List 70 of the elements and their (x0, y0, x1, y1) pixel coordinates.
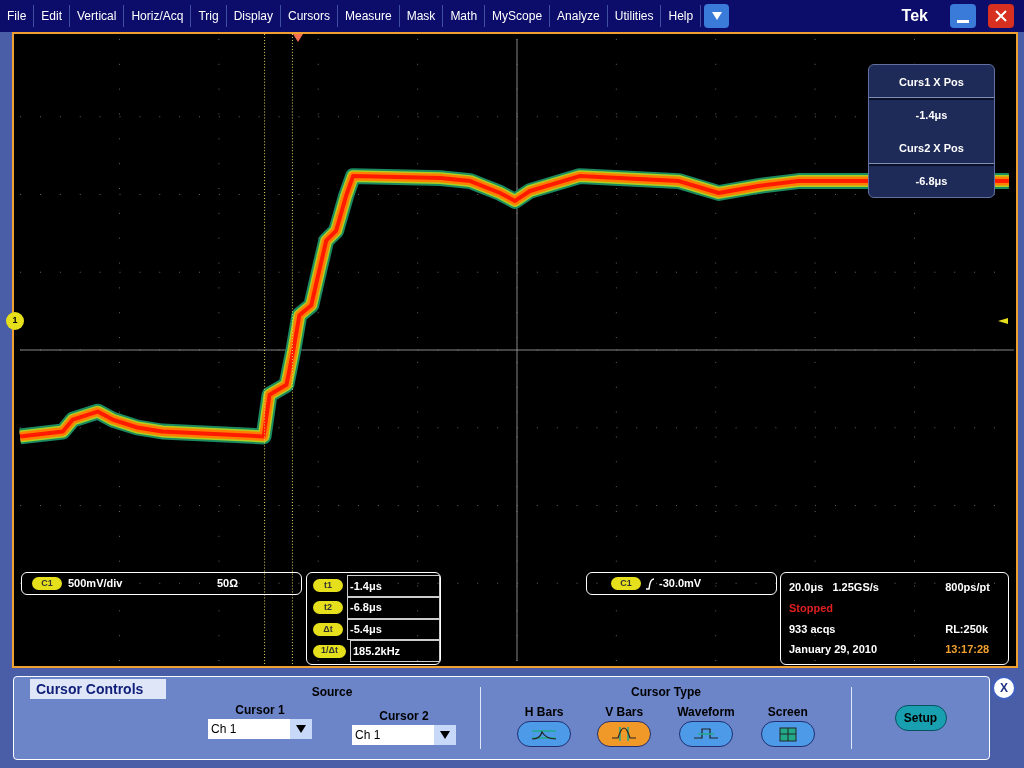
cursor-type-label: Waveform (677, 704, 735, 721)
resolution: 800ps/pt (945, 580, 991, 596)
cursor-type-button[interactable] (679, 721, 733, 747)
impedance: 50Ω (217, 576, 239, 592)
minimize-button[interactable] (950, 4, 976, 28)
logo: Tek (901, 6, 928, 26)
cursor-position-value: -1.4μs (914, 107, 949, 123)
close-button[interactable] (988, 4, 1014, 28)
menu-dropdown-button[interactable] (704, 4, 730, 28)
trigger-level: -30.0mV (659, 576, 702, 592)
panel-title: Cursor Controls (30, 679, 166, 699)
channel-marker: 1 (6, 312, 24, 330)
record-length: RL:250k (945, 621, 989, 637)
cursor-type-label: H Bars (524, 704, 564, 721)
setup-button[interactable]: Setup (894, 705, 947, 731)
channel-badge: t2 (313, 601, 343, 615)
cursor-readout-value: 185.2kHz (350, 640, 440, 662)
source-dropdown[interactable]: Ch 1 (352, 725, 456, 745)
timebase-sample-rate: 20.0μs 1.25GS/s (789, 580, 880, 596)
cursor-type-button[interactable] (760, 721, 815, 747)
channel-badge: C1 (611, 577, 641, 590)
menu-item[interactable]: Utilities (607, 5, 662, 27)
time: 13:17:28 (945, 642, 991, 658)
rising-edge-icon (645, 577, 655, 590)
menu-item[interactable]: Mask (399, 5, 444, 27)
dropdown-value: Ch 1 (210, 721, 238, 738)
channel-badge: Δt (313, 622, 343, 636)
menu-item[interactable]: Analyze (550, 5, 608, 27)
caret-down-icon (290, 719, 312, 739)
close-panel-button[interactable]: X (992, 676, 1016, 700)
cursor-position-label: Curs2 X Pos (898, 141, 965, 156)
menu-item[interactable]: Measure (338, 5, 400, 27)
source-dropdown[interactable]: Ch 1 (208, 719, 312, 739)
channel-badge: C1 (32, 577, 62, 590)
acquisition-count: 933 acqs (789, 621, 837, 637)
caret-down-icon (434, 725, 456, 745)
menu-item[interactable]: File (0, 5, 35, 27)
close-icon (995, 10, 1007, 22)
date: January 29, 2010 (789, 642, 879, 658)
menu-item[interactable]: Trig (191, 5, 227, 27)
cursor-source-label: Cursor 2 (379, 708, 429, 725)
minimize-icon (957, 20, 969, 23)
caret-down-icon (711, 12, 722, 20)
menu-item[interactable]: Math (443, 5, 486, 27)
acquisition-status: Stopped (789, 600, 834, 616)
cursor-source-label: Cursor 1 (235, 702, 285, 719)
channel-badge: t1 (313, 579, 343, 593)
cursor-readout-value: -6.8μs (347, 596, 440, 619)
menu-item[interactable]: Cursors (281, 5, 338, 27)
cursor-readout-value: -1.4μs (347, 575, 440, 597)
channel-badge: 1/Δt (313, 644, 346, 658)
cursor-position-label: Curs1 X Pos (898, 75, 965, 90)
cursor-type-label: Screen (767, 704, 808, 721)
trigger-position-icon (293, 34, 303, 42)
cursor-type-button[interactable] (597, 721, 652, 747)
cursor-position-value: -6.8μs (914, 173, 949, 189)
menu-item[interactable]: MyScope (485, 5, 551, 27)
vertical-scale: 500mV/div (68, 576, 124, 592)
menu-item[interactable]: Display (226, 5, 281, 27)
menu-item[interactable]: Horiz/Acq (124, 5, 192, 27)
menu-item[interactable]: Help (661, 5, 702, 27)
source-label: Source (311, 684, 353, 701)
cursor-type-label: Cursor Type (631, 684, 701, 701)
dropdown-value: Ch 1 (354, 727, 382, 744)
trigger-level-icon (998, 318, 1008, 324)
menu-item[interactable]: Edit (34, 5, 71, 27)
cursor-readout-value: -5.4μs (347, 618, 440, 641)
cursor-type-button[interactable] (517, 721, 572, 747)
cursor-type-label: V Bars (605, 704, 644, 721)
menu-item[interactable]: Vertical (70, 5, 125, 27)
